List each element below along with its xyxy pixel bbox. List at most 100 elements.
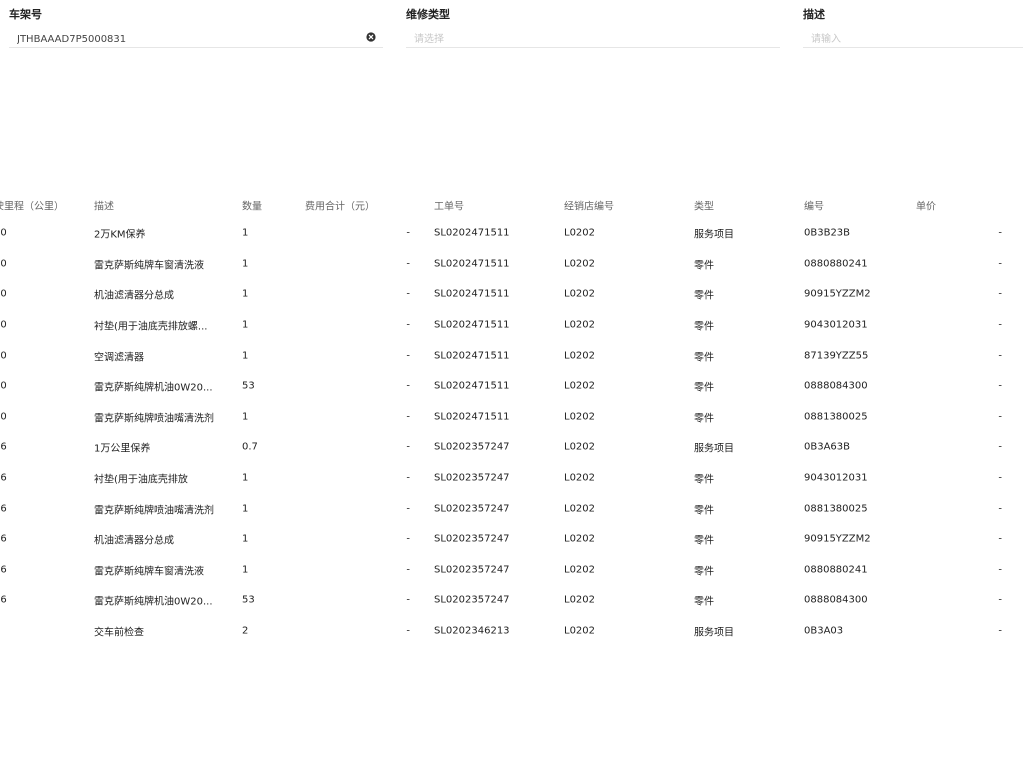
vin-input[interactable]: [9, 29, 383, 50]
cell-quantity: 1: [242, 288, 249, 300]
cell-quantity: 1: [242, 472, 249, 484]
header-type[interactable]: 类型: [694, 198, 774, 213]
cell-type: 零件: [694, 535, 714, 547]
cell-code: 0880880241: [804, 258, 868, 270]
table-row[interactable]: 交车前检查 2 - SL0202346213 L0202 服务项目 0B3A03 -: [0, 616, 1023, 647]
table-row[interactable]: 60 衬垫(用于油底壳排放螺... 1 - SL0202471511 L0202 零件 904…: [0, 310, 1023, 341]
cell-type: 零件: [694, 290, 714, 302]
table-row[interactable]: 36 雷克萨斯纯牌喷油嘴清洗剂 1 - SL0202357247 L0202 零件 08813…: [0, 493, 1023, 524]
cell-work-order: SL0202471511: [434, 288, 510, 300]
cell-code: 87139YZZ55: [804, 350, 869, 362]
cell-type: 服务项目: [694, 443, 734, 455]
repair-type-label: 维修类型: [406, 8, 450, 21]
cell-total-cost: -: [406, 625, 410, 637]
cell-description: 雷克萨斯纯牌车窗清洗液: [94, 260, 204, 272]
cell-type: 零件: [694, 474, 714, 486]
cell-type: 零件: [694, 413, 714, 425]
repair-type-select[interactable]: [406, 29, 780, 50]
header-total-cost[interactable]: 费用合计（元）: [305, 198, 411, 213]
cell-quantity: 1: [242, 227, 249, 239]
cell-mileage: 36: [0, 594, 7, 606]
header-mileage[interactable]: 驶里程（公里）: [0, 198, 74, 213]
table-row[interactable]: 36 1万公里保养 0.7 - SL0202357247 L0202 服务项目 0B3A63B…: [0, 432, 1023, 463]
cell-work-order: SL0202357247: [434, 441, 510, 453]
table-row[interactable]: 60 2万KM保养 1 - SL0202471511 L0202 服务项目 0B3B23B -: [0, 218, 1023, 249]
cell-mileage: 60: [0, 288, 7, 300]
cell-unit-price: -: [998, 533, 1002, 545]
cell-total-cost: -: [406, 503, 410, 515]
cell-mileage: 60: [0, 411, 7, 423]
cell-mileage: 36: [0, 564, 7, 576]
header-quantity[interactable]: 数量: [242, 198, 292, 213]
cell-work-order: SL0202471511: [434, 380, 510, 392]
cell-description: 交车前检查: [94, 627, 144, 639]
table-row[interactable]: 60 雷克萨斯纯牌车窗清洗液 1 - SL0202471511 L0202 零件 088088…: [0, 249, 1023, 280]
cell-dealer-code: L0202: [564, 227, 596, 239]
header-work-order[interactable]: 工单号: [434, 198, 544, 213]
repair-history-page: 车架号 维修类型 描述 驶里程（公里） 描述 数量 费用合计（元） 工单号: [0, 0, 1023, 768]
cell-total-cost: -: [406, 350, 410, 362]
table-row[interactable]: 60 雷克萨斯纯牌喷油嘴清洗剂 1 - SL0202471511 L0202 零件 08813…: [0, 402, 1023, 433]
cell-work-order: SL0202357247: [434, 533, 510, 545]
header-unit-price[interactable]: 单价: [916, 198, 976, 213]
cell-unit-price: -: [998, 350, 1002, 362]
cell-description: 雷克萨斯纯牌机油0W20...: [94, 596, 213, 608]
cell-mileage: 36: [0, 472, 7, 484]
description-field-wrapper: [803, 27, 1023, 50]
cell-total-cost: -: [406, 472, 410, 484]
repair-type-filter: 维修类型: [406, 8, 780, 50]
cell-code: 0B3B23B: [804, 227, 851, 239]
cell-quantity: 1: [242, 503, 249, 515]
cell-unit-price: -: [998, 625, 1002, 637]
table-row[interactable]: 60 空调滤清器 1 - SL0202471511 L0202 零件 87139YZZ55 -: [0, 340, 1023, 371]
vin-label: 车架号: [9, 8, 42, 21]
header-dealer-code[interactable]: 经销店编号: [564, 198, 644, 213]
cell-description: 1万公里保养: [94, 443, 151, 455]
table-header-row: 驶里程（公里） 描述 数量 费用合计（元） 工单号 经销店编号 类型 编号 单价: [0, 192, 1023, 218]
cell-description: 2万KM保养: [94, 229, 146, 241]
cell-dealer-code: L0202: [564, 380, 596, 392]
table-row[interactable]: 36 雷克萨斯纯牌车窗清洗液 1 - SL0202357247 L0202 零件 088088…: [0, 555, 1023, 586]
table-row[interactable]: 36 雷克萨斯纯牌机油0W20... 53 - SL0202357247 L0202 零件 0…: [0, 585, 1023, 616]
cell-description: 雷克萨斯纯牌喷油嘴清洗剂: [94, 413, 214, 425]
cell-code: 0881380025: [804, 503, 868, 515]
cell-quantity: 2: [242, 625, 249, 637]
table-row[interactable]: 36 衬垫(用于油底壳排放 1 - SL0202357247 L0202 零件 9043012…: [0, 463, 1023, 494]
cell-total-cost: -: [406, 533, 410, 545]
header-description[interactable]: 描述: [94, 198, 222, 213]
header-code[interactable]: 编号: [804, 198, 904, 213]
cell-description: 机油滤清器分总成: [94, 535, 174, 547]
cell-code: 0B3A03: [804, 625, 844, 637]
cell-code: 0881380025: [804, 411, 868, 423]
cell-total-cost: -: [406, 258, 410, 270]
cell-description: 雷克萨斯纯牌机油0W20...: [94, 382, 213, 394]
cell-type: 零件: [694, 260, 714, 272]
cell-unit-price: -: [998, 411, 1002, 423]
description-input[interactable]: [803, 29, 1023, 50]
cell-description: 衬垫(用于油底壳排放: [94, 474, 188, 486]
cell-quantity: 1: [242, 411, 249, 423]
cell-mileage: 36: [0, 503, 7, 515]
cell-unit-price: -: [998, 594, 1002, 606]
cell-quantity: 1: [242, 350, 249, 362]
cell-total-cost: -: [406, 594, 410, 606]
cell-unit-price: -: [998, 564, 1002, 576]
cell-mileage: 60: [0, 319, 7, 331]
description-label: 描述: [803, 8, 825, 21]
cell-dealer-code: L0202: [564, 503, 596, 515]
table-row[interactable]: 60 雷克萨斯纯牌机油0W20... 53 - SL0202471511 L0202 零件 0…: [0, 371, 1023, 402]
cell-total-cost: -: [406, 288, 410, 300]
cell-unit-price: -: [998, 380, 1002, 392]
cell-mileage: 36: [0, 533, 7, 545]
clear-icon[interactable]: [366, 32, 376, 42]
cell-dealer-code: L0202: [564, 288, 596, 300]
table-row[interactable]: 60 机油滤清器分总成 1 - SL0202471511 L0202 零件 90915YZZM…: [0, 279, 1023, 310]
cell-type: 服务项目: [694, 627, 734, 639]
cell-mileage: 36: [0, 441, 7, 453]
cell-unit-price: -: [998, 472, 1002, 484]
cell-description: 雷克萨斯纯牌喷油嘴清洗剂: [94, 505, 214, 517]
table-row[interactable]: 36 机油滤清器分总成 1 - SL0202357247 L0202 零件 90915YZZM…: [0, 524, 1023, 555]
cell-code: 90915YZZM2: [804, 288, 871, 300]
cell-type: 零件: [694, 505, 714, 517]
cell-quantity: 1: [242, 533, 249, 545]
